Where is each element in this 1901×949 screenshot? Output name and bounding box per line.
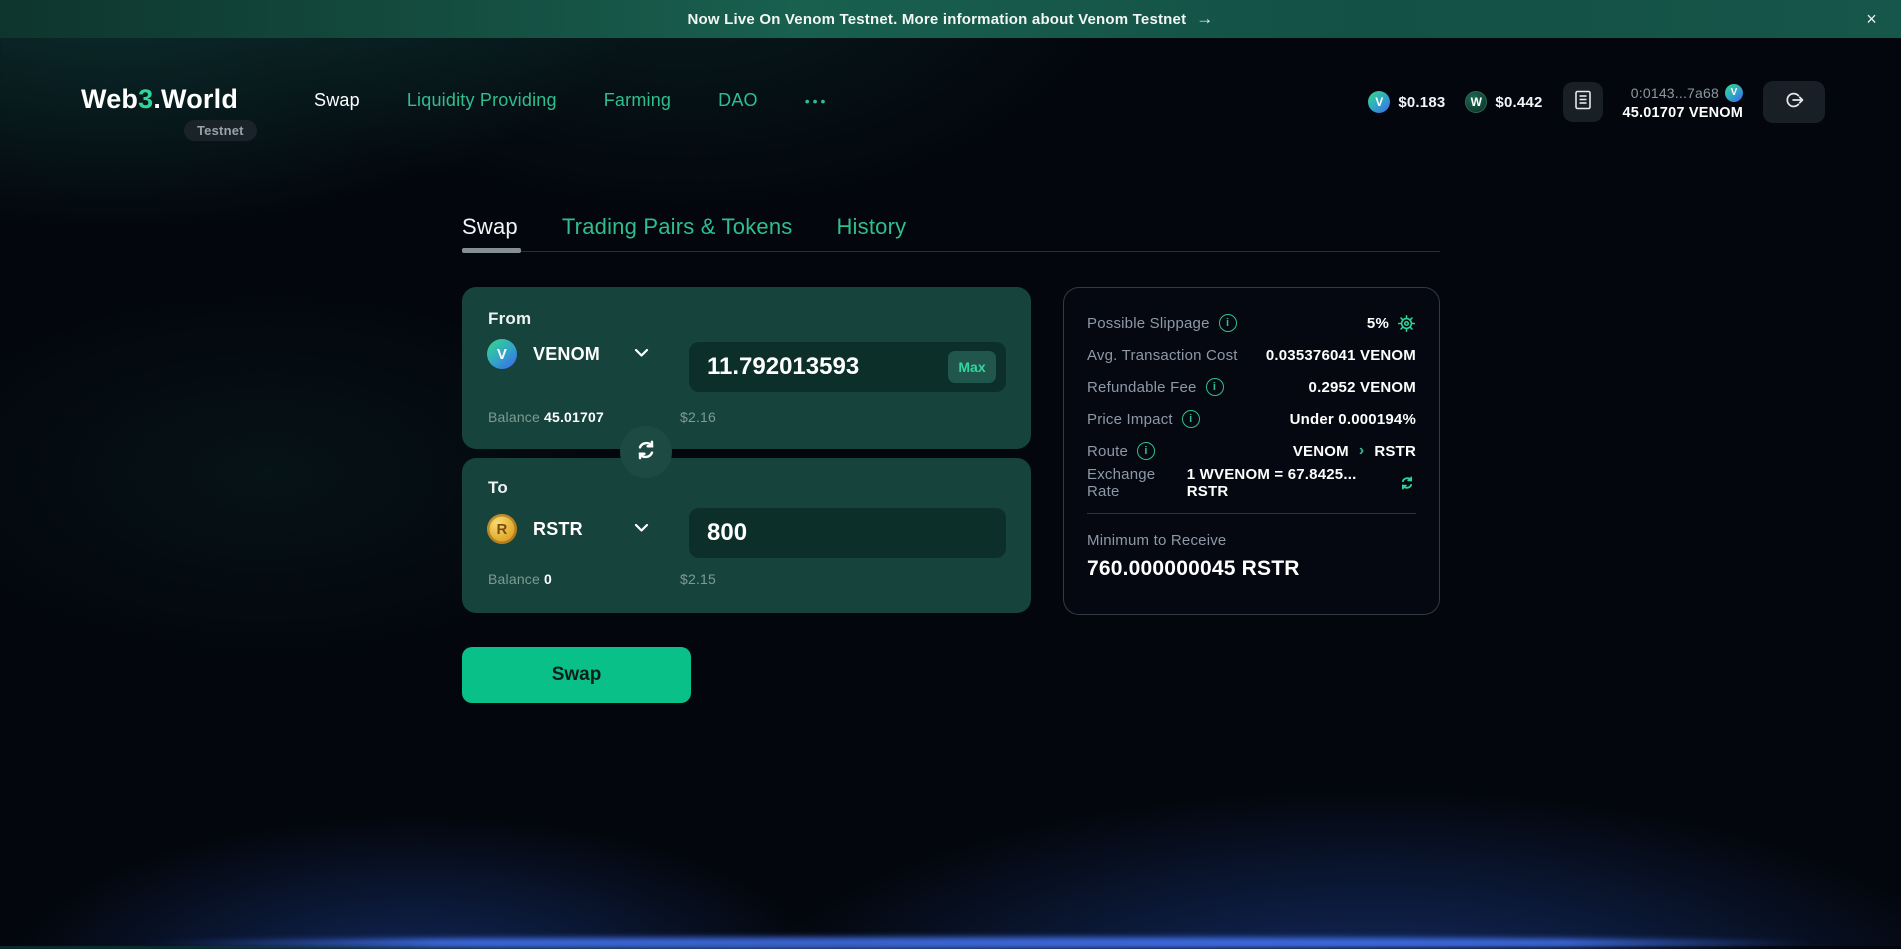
- price-impact-row: Price Impact i Under 0.000194%: [1087, 409, 1416, 429]
- refresh-icon[interactable]: [1398, 474, 1416, 492]
- arrow-right-icon: →: [1196, 9, 1214, 28]
- to-amount-input[interactable]: [689, 508, 1006, 558]
- to-balance: Balance 0: [488, 571, 552, 587]
- refundable-fee-label: Refundable Fee: [1087, 378, 1197, 396]
- route-to: RSTR: [1374, 442, 1416, 460]
- from-token-select[interactable]: V VENOM: [487, 339, 649, 369]
- from-balance: Balance 45.01707: [488, 409, 604, 425]
- rstr-token-icon: R: [487, 514, 517, 544]
- testnet-badge: Testnet: [184, 120, 257, 141]
- info-icon[interactable]: i: [1218, 314, 1237, 332]
- to-token-name: RSTR: [533, 518, 583, 539]
- nav-item-farming[interactable]: Farming: [604, 90, 671, 111]
- venom-price[interactable]: V $0.183: [1368, 91, 1445, 113]
- swap-direction-button[interactable]: [620, 426, 672, 478]
- nav-item-more[interactable]: •••: [805, 93, 829, 109]
- nav-item-swap[interactable]: Swap: [314, 90, 360, 111]
- avg-transaction-cost-row: Avg. Transaction Cost 0.035376041 VENOM: [1087, 345, 1416, 365]
- price-impact-value: Under 0.000194%: [1289, 410, 1416, 428]
- to-usd-value: $2.15: [680, 571, 717, 587]
- disconnect-button[interactable]: [1763, 81, 1825, 123]
- nav-item-dao[interactable]: DAO: [718, 90, 758, 111]
- announcement-banner: Now Live On Venom Testnet. More informat…: [0, 0, 1901, 38]
- possible-slippage-value: 5%: [1366, 314, 1389, 332]
- w3w-icon: W: [1465, 91, 1488, 113]
- to-label: To: [488, 478, 508, 497]
- tab-trading-pairs-tokens[interactable]: Trading Pairs & Tokens: [562, 214, 793, 240]
- venom-token-icon: V: [487, 339, 517, 369]
- document-icon: [1574, 90, 1592, 115]
- bottom-glow: [140, 937, 1821, 949]
- from-label: From: [488, 309, 532, 328]
- avg-cost-value: 0.035376041 VENOM: [1265, 346, 1416, 364]
- to-token-select[interactable]: R RSTR: [487, 514, 649, 544]
- main-nav: Swap Liquidity Providing Farming DAO •••: [314, 90, 828, 111]
- swap-submit-button[interactable]: Swap: [462, 647, 691, 703]
- tab-history[interactable]: History: [836, 214, 906, 240]
- refundable-fee-value: 0.2952 VENOM: [1308, 378, 1416, 396]
- from-balance-value: 45.01707: [544, 409, 604, 425]
- minimum-receive-value: 760.000000045 RSTR: [1087, 557, 1300, 580]
- banner-link[interactable]: Now Live On Venom Testnet. More informat…: [688, 9, 1214, 29]
- to-balance-value: 0: [544, 571, 552, 587]
- logout-icon: [1783, 89, 1805, 116]
- route-row: Route i VENOM › RSTR: [1087, 441, 1416, 461]
- close-icon[interactable]: ×: [1866, 10, 1877, 28]
- w3w-price[interactable]: W $0.442: [1465, 91, 1542, 113]
- from-token-name: VENOM: [533, 343, 601, 364]
- tab-swap[interactable]: Swap: [462, 214, 518, 240]
- exchange-rate-value: 1 WVENOM = 67.8425... RSTR: [1186, 466, 1357, 500]
- route-chevron-icon: ›: [1358, 442, 1365, 459]
- tabs-divider: [462, 251, 1440, 252]
- nav-item-liquidity-providing[interactable]: Liquidity Providing: [407, 90, 557, 111]
- route-from: VENOM: [1292, 442, 1349, 460]
- to-amount-wrap: [689, 508, 1006, 558]
- route-label: Route: [1087, 442, 1129, 460]
- page-tabs: Swap Trading Pairs & Tokens History: [462, 214, 906, 240]
- details-divider: [1087, 513, 1416, 514]
- swap-details-panel: Possible Slippage i 5% Avg. Transaction C…: [1063, 287, 1440, 615]
- wallet-venom-icon: V: [1725, 83, 1743, 102]
- info-icon[interactable]: i: [1181, 410, 1200, 428]
- from-amount-wrap: Max: [689, 342, 1006, 392]
- from-usd-value: $2.16: [680, 409, 717, 425]
- wallet-info[interactable]: 0:0143...7a68 V 45.01707 VENOM: [1622, 83, 1743, 121]
- banner-text: Now Live On Venom Testnet. More informat…: [687, 10, 1187, 28]
- wallet-address: 0:0143...7a68: [1630, 84, 1719, 101]
- from-panel: From V VENOM Max Balance45.01707 $2.16: [462, 287, 1031, 449]
- venom-icon: V: [1368, 91, 1391, 113]
- price-impact-label: Price Impact: [1087, 410, 1173, 428]
- chevron-down-icon: [634, 520, 649, 538]
- gear-icon[interactable]: [1397, 314, 1416, 333]
- exchange-rate-label: Exchange Rate: [1087, 466, 1156, 500]
- header-right: V $0.183 W $0.442 0:0143...7a68 V 45.017…: [1368, 80, 1825, 124]
- info-icon[interactable]: i: [1205, 378, 1224, 396]
- max-button[interactable]: Max: [948, 351, 996, 383]
- transactions-list-button[interactable]: [1562, 82, 1603, 122]
- possible-slippage-row: Possible Slippage i 5%: [1087, 313, 1416, 333]
- info-icon[interactable]: i: [1137, 442, 1156, 460]
- refundable-fee-row: Refundable Fee i 0.2952 VENOM: [1087, 377, 1416, 397]
- to-panel: To R RSTR Balance0 $2.15: [462, 458, 1031, 613]
- wallet-balance: 45.01707 VENOM: [1622, 104, 1743, 121]
- minimum-receive-label: Minimum to Receive: [1087, 532, 1227, 549]
- avg-cost-label: Avg. Transaction Cost: [1087, 346, 1238, 364]
- active-tab-indicator: [462, 248, 521, 253]
- possible-slippage-label: Possible Slippage: [1087, 314, 1210, 332]
- w3w-price-value: $0.442: [1495, 93, 1543, 111]
- chevron-down-icon: [634, 345, 649, 363]
- logo[interactable]: Web3.World: [81, 84, 238, 115]
- exchange-rate-row: Exchange Rate 1 WVENOM = 67.8425... RSTR: [1087, 466, 1416, 500]
- swap-direction-icon: [633, 437, 659, 468]
- venom-price-value: $0.183: [1398, 93, 1446, 111]
